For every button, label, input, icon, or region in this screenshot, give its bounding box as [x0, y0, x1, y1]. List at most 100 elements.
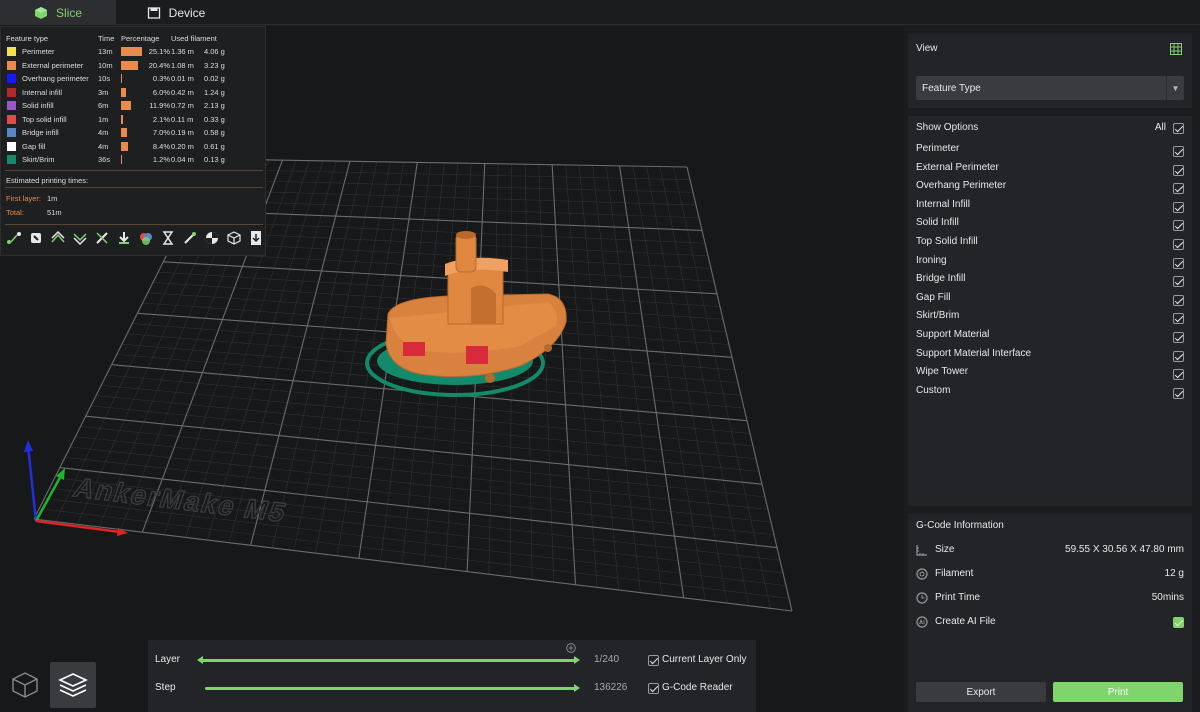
- tab-device-label: Device: [168, 5, 206, 20]
- feature-name: Internal infill: [22, 87, 63, 97]
- feature-grams: 0.02 g: [204, 74, 225, 83]
- show-all-label: All: [1154, 122, 1166, 133]
- stats-row: Top solid infill 1m 2.1% 0.11 m 0.33 g: [6, 114, 264, 126]
- show-option-label: Overhang Perimeter: [916, 180, 1007, 192]
- show-option-checkbox[interactable]: [1173, 276, 1184, 288]
- printer-icon: [147, 6, 160, 19]
- show-options-title: Show Options: [916, 122, 979, 133]
- feature-meters: 0.42 m: [171, 87, 194, 97]
- show-option-checkbox[interactable]: [1173, 294, 1184, 306]
- feature-time: 6m: [98, 101, 109, 110]
- 3d-view-button[interactable]: [2, 662, 48, 708]
- custom-gcode-icon[interactable]: [182, 230, 198, 246]
- show-option-item[interactable]: Solid Infill: [916, 217, 1184, 235]
- color-swatch: [7, 74, 16, 83]
- show-option-checkbox[interactable]: [1173, 257, 1184, 269]
- tab-slice[interactable]: Slice: [0, 0, 116, 25]
- size-label: Size: [935, 544, 955, 555]
- show-option-checkbox[interactable]: [1173, 239, 1184, 250]
- feature-time: 10s: [98, 74, 111, 83]
- layers-view-button[interactable]: [50, 662, 96, 708]
- seams-icon[interactable]: [72, 230, 88, 246]
- show-option-item[interactable]: Support Material Interface: [916, 348, 1184, 366]
- hourglass-icon[interactable]: [160, 230, 176, 246]
- show-option-item[interactable]: Perimeter: [916, 143, 1184, 161]
- header-used-filament: Used filament: [171, 34, 217, 43]
- step-slider-handle[interactable]: [574, 684, 580, 692]
- layer-slider[interactable]: [197, 656, 580, 664]
- top-tab-bar: Slice Device: [0, 0, 1200, 25]
- show-option-item[interactable]: Gap Fill: [916, 292, 1184, 310]
- show-option-checkbox[interactable]: [1173, 369, 1184, 381]
- layer-slider-max-handle[interactable]: [574, 656, 580, 664]
- tool-change-icon[interactable]: [94, 230, 110, 246]
- header-feature-type: Feature type: [6, 34, 49, 43]
- create-ai-checkbox[interactable]: [1173, 617, 1184, 628]
- travel-icon[interactable]: [6, 230, 22, 246]
- percentage-bar: [121, 87, 127, 97]
- layer-slider-min-handle[interactable]: [197, 656, 203, 664]
- ai-file-icon: [916, 616, 928, 628]
- color-swatch: [7, 155, 16, 164]
- show-option-item[interactable]: Internal Infill: [916, 199, 1184, 217]
- show-option-item[interactable]: External Perimeter: [916, 162, 1184, 180]
- shells-icon[interactable]: [226, 230, 242, 246]
- stats-row: Skirt/Brim 36s 1.2% 0.04 m 0.13 g: [6, 154, 264, 166]
- show-option-checkbox[interactable]: [1173, 201, 1184, 213]
- show-option-checkbox[interactable]: [1173, 350, 1184, 362]
- show-option-checkbox[interactable]: [1173, 220, 1184, 232]
- wipe-icon[interactable]: [50, 230, 66, 246]
- show-option-item[interactable]: Support Material: [916, 329, 1184, 347]
- stats-row: Overhang perimeter 10s 0.3% 0.01 m 0.02 g: [6, 73, 264, 85]
- feature-grams: 0.13 g: [204, 155, 225, 164]
- print-button[interactable]: Print: [1053, 682, 1183, 702]
- feature-grams: 3.23 g: [204, 60, 225, 70]
- stats-row: Solid infill 6m 11.9% 0.72 m 2.13 g: [6, 100, 264, 112]
- show-option-label: Support Material: [916, 329, 990, 340]
- color-swatch: [7, 114, 16, 124]
- show-option-item[interactable]: Skirt/Brim: [916, 310, 1184, 328]
- download-icon[interactable]: [116, 230, 132, 246]
- feature-percentage: 20.4%: [148, 60, 170, 70]
- view-type-select[interactable]: Feature Type ▼: [916, 76, 1184, 100]
- show-option-checkbox[interactable]: [1173, 164, 1184, 176]
- stats-divider: [5, 170, 263, 171]
- feature-meters: 1.08 m: [171, 60, 194, 70]
- show-option-checkbox[interactable]: [1173, 332, 1184, 343]
- pause-print-icon[interactable]: [204, 230, 220, 246]
- print-time-label: Print Time: [935, 592, 981, 603]
- tool-marker-icon[interactable]: [248, 230, 264, 246]
- show-option-item[interactable]: Overhang Perimeter: [916, 180, 1184, 198]
- retraction-icon[interactable]: [28, 230, 44, 246]
- show-option-item[interactable]: Ironing: [916, 255, 1184, 273]
- show-all-checkbox[interactable]: [1173, 123, 1184, 134]
- show-option-label: Skirt/Brim: [916, 310, 960, 322]
- show-option-item[interactable]: Top Solid Infill: [916, 236, 1184, 254]
- percentage-bar: [121, 101, 132, 110]
- show-option-checkbox[interactable]: [1173, 146, 1184, 157]
- size-value: 59.55 X 30.56 X 47.80 mm: [1065, 544, 1184, 555]
- table-icon[interactable]: [1170, 43, 1182, 55]
- feature-grams: 0.61 g: [204, 141, 225, 151]
- show-option-item[interactable]: Custom: [916, 385, 1184, 403]
- show-option-label: Support Material Interface: [916, 347, 1032, 359]
- color-swatch: [7, 141, 16, 151]
- percentage-bar: [121, 128, 127, 137]
- current-layer-only-checkbox[interactable]: #sliders .sl-cb:first-of-type .cb::after…: [648, 655, 659, 666]
- export-button[interactable]: Export: [916, 682, 1046, 702]
- layer-slider-label: Layer: [155, 654, 181, 665]
- color-change-icon[interactable]: [138, 230, 154, 246]
- tab-device[interactable]: Device: [116, 0, 236, 25]
- feature-meters: 0.20 m: [171, 141, 194, 151]
- chevron-down-icon: ▼: [1166, 76, 1184, 100]
- show-option-checkbox[interactable]: [1173, 387, 1184, 399]
- plus-icon[interactable]: [566, 643, 576, 653]
- show-option-item[interactable]: Wipe Tower: [916, 366, 1184, 384]
- layer-value: 1/240: [594, 654, 620, 665]
- show-option-checkbox[interactable]: [1173, 183, 1184, 195]
- show-option-checkbox[interactable]: [1173, 313, 1184, 325]
- print-time-value: 50mins: [1151, 592, 1184, 603]
- step-slider[interactable]: [205, 684, 580, 692]
- gcode-reader-checkbox[interactable]: [648, 683, 659, 694]
- show-option-item[interactable]: Bridge Infill: [916, 273, 1184, 291]
